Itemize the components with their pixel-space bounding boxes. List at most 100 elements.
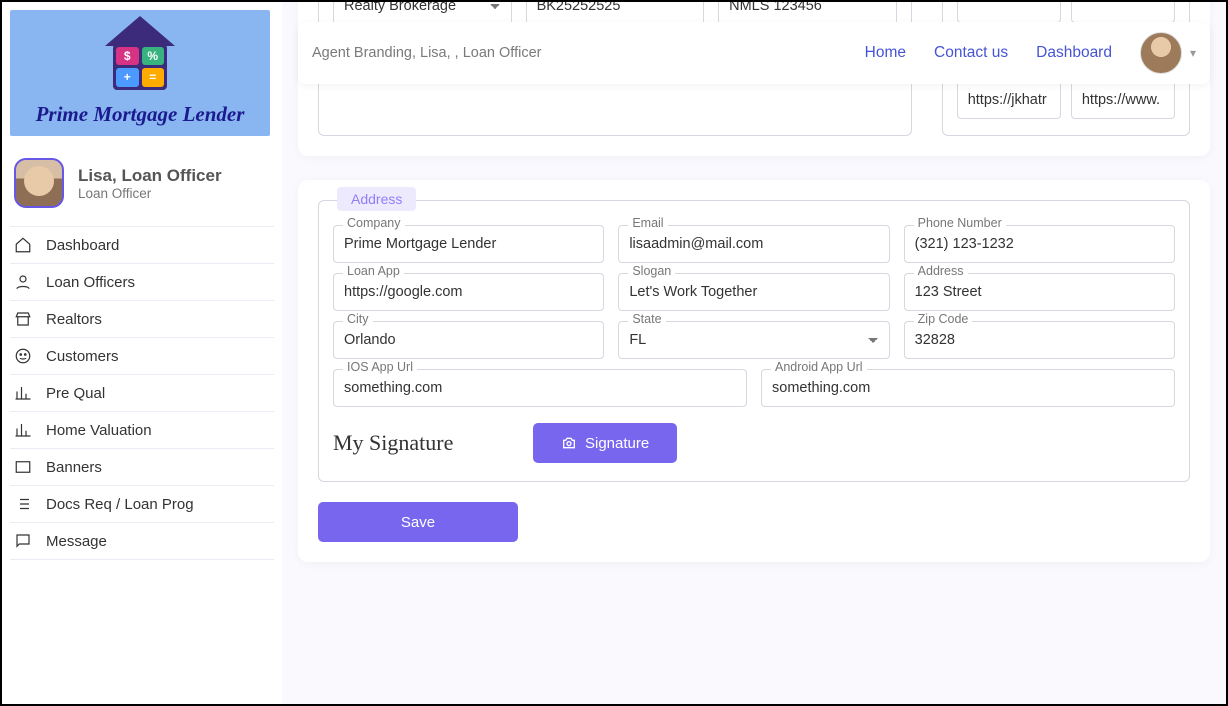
card-address: Address Company Email bbox=[298, 180, 1210, 562]
ios-url-field: IOS App Url bbox=[333, 369, 747, 407]
slogan-input[interactable] bbox=[618, 273, 889, 311]
phone-input[interactable] bbox=[904, 225, 1175, 263]
nav-home[interactable]: Home bbox=[865, 44, 906, 62]
address-legend: Address bbox=[337, 187, 416, 211]
top-nav-links: Home Contact us Dashboard ▾ bbox=[865, 32, 1196, 74]
sidebar-item-label: Customers bbox=[46, 348, 119, 365]
chevron-down-icon: ▾ bbox=[1190, 46, 1196, 60]
field-label: IOS App Url bbox=[343, 360, 417, 374]
store-icon bbox=[14, 310, 32, 328]
android-url-field: Android App Url bbox=[761, 369, 1175, 407]
sidebar-item-realtors[interactable]: Realtors bbox=[10, 301, 274, 338]
signature-button[interactable]: Signature bbox=[533, 423, 677, 463]
zillow-input[interactable] bbox=[1071, 81, 1175, 119]
sidebar-item-pre-qual[interactable]: Pre Qual bbox=[10, 375, 274, 412]
nav-contact[interactable]: Contact us bbox=[934, 44, 1008, 62]
save-button-label: Save bbox=[401, 514, 435, 531]
sidebar-item-label: Home Valuation bbox=[46, 422, 152, 439]
sidebar-item-label: Message bbox=[46, 533, 107, 550]
signature-script: My Signature bbox=[333, 430, 533, 456]
address-field: Address bbox=[904, 273, 1175, 311]
profile-avatar bbox=[14, 158, 64, 208]
profile-role: Loan Officer bbox=[78, 186, 222, 201]
address-fieldset: Address Company Email bbox=[318, 200, 1190, 482]
camera-icon bbox=[561, 435, 577, 451]
email-field: Email bbox=[618, 225, 889, 263]
tiktok-field: Tik Tok bbox=[957, 81, 1061, 119]
brand-name: Prime Mortgage Lender bbox=[36, 102, 245, 127]
rectangle-icon bbox=[14, 458, 32, 476]
sidebar-item-label: Pre Qual bbox=[46, 385, 105, 402]
field-label: Phone Number bbox=[914, 216, 1006, 230]
instagram-field: Instagram bbox=[957, 2, 1061, 23]
field-label: Address bbox=[914, 264, 968, 278]
state-field: State FL bbox=[618, 321, 889, 359]
message-icon bbox=[14, 532, 32, 550]
sidebar-nav: Dashboard Loan Officers Realtors Custome… bbox=[10, 226, 274, 560]
state-select[interactable]: FL bbox=[618, 321, 889, 359]
topbar: Agent Branding, Lisa, , Loan Officer Hom… bbox=[298, 22, 1210, 84]
instagram-input[interactable] bbox=[957, 2, 1061, 23]
field-label: Email bbox=[628, 216, 667, 230]
address-input[interactable] bbox=[904, 273, 1175, 311]
sidebar-item-dashboard[interactable]: Dashboard bbox=[10, 227, 274, 264]
slogan-field: Slogan bbox=[618, 273, 889, 311]
profile-name: Lisa, Loan Officer bbox=[78, 166, 222, 186]
sidebar-item-label: Loan Officers bbox=[46, 274, 135, 291]
field-label: City bbox=[343, 312, 373, 326]
user-icon bbox=[14, 273, 32, 291]
zip-input[interactable] bbox=[904, 321, 1175, 359]
sidebar-item-docs-req[interactable]: Docs Req / Loan Prog bbox=[10, 486, 274, 523]
signature-button-label: Signature bbox=[585, 435, 649, 452]
zip-field: Zip Code bbox=[904, 321, 1175, 359]
user-menu[interactable]: ▾ bbox=[1140, 32, 1196, 74]
skype-field: Skype bbox=[1071, 2, 1175, 23]
android-url-input[interactable] bbox=[761, 369, 1175, 407]
main: Agent Branding, Lisa, , Loan Officer Hom… bbox=[282, 2, 1226, 704]
save-row: Save bbox=[318, 502, 1190, 542]
city-input[interactable] bbox=[333, 321, 604, 359]
city-field: City bbox=[333, 321, 604, 359]
phone-field: Phone Number bbox=[904, 225, 1175, 263]
bar-chart-icon bbox=[14, 421, 32, 439]
field-label: Android App Url bbox=[771, 360, 867, 374]
field-label: Zip Code bbox=[914, 312, 973, 326]
sidebar-item-label: Dashboard bbox=[46, 237, 119, 254]
loanapp-input[interactable] bbox=[333, 273, 604, 311]
nav-dashboard[interactable]: Dashboard bbox=[1036, 44, 1112, 62]
company-field: Company bbox=[333, 225, 604, 263]
content: Brokerage Type Realty Brokerage Brokerag… bbox=[298, 2, 1210, 704]
company-input[interactable] bbox=[333, 225, 604, 263]
field-label: Company bbox=[343, 216, 405, 230]
home-icon bbox=[14, 236, 32, 254]
field-label: State bbox=[628, 312, 665, 326]
sidebar-item-banners[interactable]: Banners bbox=[10, 449, 274, 486]
sidebar-item-label: Realtors bbox=[46, 311, 102, 328]
breadcrumb: Agent Branding, Lisa, , Loan Officer bbox=[312, 45, 541, 61]
app-frame: $%+= Prime Mortgage Lender Lisa, Loan Of… bbox=[0, 0, 1228, 706]
profile-block: Lisa, Loan Officer Loan Officer bbox=[10, 158, 274, 208]
ios-url-input[interactable] bbox=[333, 369, 747, 407]
sidebar-item-message[interactable]: Message bbox=[10, 523, 274, 560]
field-label: Slogan bbox=[628, 264, 675, 278]
brand-logo: $%+= Prime Mortgage Lender bbox=[10, 10, 270, 136]
sidebar-item-home-valuation[interactable]: Home Valuation bbox=[10, 412, 274, 449]
sidebar-item-customers[interactable]: Customers bbox=[10, 338, 274, 375]
save-button[interactable]: Save bbox=[318, 502, 518, 542]
sidebar-item-label: Docs Req / Loan Prog bbox=[46, 496, 194, 513]
zillow-field: Zillow bbox=[1071, 81, 1175, 119]
skype-input[interactable] bbox=[1071, 2, 1175, 23]
topbar-avatar bbox=[1140, 32, 1182, 74]
signature-row: My Signature Signature bbox=[333, 423, 1175, 463]
face-icon bbox=[14, 347, 32, 365]
email-input[interactable] bbox=[618, 225, 889, 263]
field-label: Loan App bbox=[343, 264, 404, 278]
list-icon bbox=[14, 495, 32, 513]
logo-icon: $%+= bbox=[110, 20, 170, 90]
sidebar-item-label: Banners bbox=[46, 459, 102, 476]
bar-chart-icon bbox=[14, 384, 32, 402]
loanapp-field: Loan App bbox=[333, 273, 604, 311]
sidebar-item-loan-officers[interactable]: Loan Officers bbox=[10, 264, 274, 301]
sidebar: $%+= Prime Mortgage Lender Lisa, Loan Of… bbox=[2, 2, 282, 704]
tiktok-input[interactable] bbox=[957, 81, 1061, 119]
